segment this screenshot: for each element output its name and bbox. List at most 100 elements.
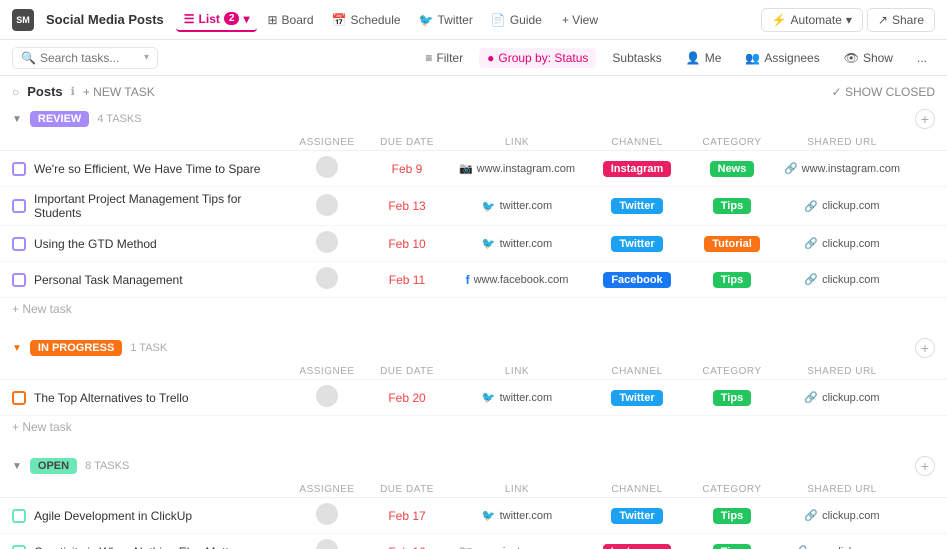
add-view-button[interactable]: + View	[554, 9, 606, 31]
task-checkbox[interactable]	[12, 162, 26, 176]
show-button[interactable]: 👁 Show	[836, 48, 901, 68]
link-icon: 🔗	[804, 273, 818, 286]
col-channel-header: CHANNEL	[587, 484, 687, 495]
shared-url-anchor[interactable]: 🔗 clickup.com	[777, 237, 907, 250]
workspace-icon[interactable]: SM	[12, 9, 34, 31]
task-name[interactable]: Using the GTD Method	[34, 237, 287, 251]
tab-list[interactable]: ☰ List 2 ▾	[176, 8, 258, 32]
due-date-cell[interactable]: Feb 17	[367, 509, 447, 523]
task-checkbox[interactable]	[12, 545, 26, 549]
new-task-link[interactable]: + New task	[12, 420, 72, 434]
task-name[interactable]: Important Project Management Tips for St…	[34, 192, 287, 220]
avatar[interactable]	[316, 539, 338, 549]
shared-url-anchor[interactable]: 🔗 app.clickup.com	[777, 545, 907, 549]
task-checkbox[interactable]	[12, 391, 26, 405]
add-to-open-button[interactable]: +	[915, 456, 935, 476]
automate-icon: ⚡	[772, 13, 787, 27]
col-category-header: CATEGORY	[687, 484, 777, 495]
channel-badge: Twitter	[611, 236, 662, 252]
link-anchor[interactable]: f www.facebook.com	[447, 273, 587, 287]
group-review-toggle[interactable]: ▼	[12, 114, 22, 125]
show-closed-button[interactable]: ✓ SHOW CLOSED	[832, 85, 935, 99]
info-icon[interactable]: ℹ	[71, 85, 75, 98]
tab-guide[interactable]: 📄 Guide	[483, 9, 550, 31]
link-anchor[interactable]: 🐦 twitter.com	[447, 237, 587, 250]
task-name[interactable]: The Top Alternatives to Trello	[34, 391, 287, 405]
due-date-cell[interactable]: Feb 9	[367, 162, 447, 176]
search-input[interactable]	[40, 51, 140, 65]
task-checkbox[interactable]	[12, 237, 26, 251]
due-date-cell[interactable]: Feb 10	[367, 237, 447, 251]
due-date-cell[interactable]: Feb 13	[367, 199, 447, 213]
filter-button[interactable]: ≡ Filter	[417, 48, 471, 68]
category-cell: Tips	[687, 390, 777, 406]
col-assignee-header: ASSIGNEE	[287, 366, 367, 377]
col-category-header: CATEGORY	[687, 366, 777, 377]
avatar[interactable]	[316, 194, 338, 216]
tab-board[interactable]: ⊞ Board	[259, 9, 321, 31]
shared-url-anchor[interactable]: 🔗 clickup.com	[777, 200, 907, 213]
task-name[interactable]: We're so Efficient, We Have Time to Spar…	[34, 162, 287, 176]
avatar[interactable]	[316, 385, 338, 407]
table-row: Using the GTD Method Feb 10 🐦 twitter.co…	[0, 226, 947, 262]
shared-url-cell: 🔗 www.instagram.com	[777, 162, 907, 175]
search-box[interactable]: 🔍 ▾	[12, 47, 158, 69]
automate-button[interactable]: ⚡ Automate ▾	[761, 8, 863, 32]
task-checkbox[interactable]	[12, 509, 26, 523]
category-badge: Tips	[713, 544, 751, 549]
shared-url-anchor[interactable]: 🔗 www.instagram.com	[777, 162, 907, 175]
shared-url-anchor[interactable]: 🔗 clickup.com	[777, 273, 907, 286]
link-anchor[interactable]: 🐦 twitter.com	[447, 200, 587, 213]
due-date-cell[interactable]: Feb 11	[367, 273, 447, 287]
due-date-cell[interactable]: Feb 20	[367, 391, 447, 405]
col-duedate-header: DUE DATE	[367, 366, 447, 377]
new-task-button[interactable]: + NEW TASK	[83, 85, 155, 99]
avatar[interactable]	[316, 503, 338, 525]
col-assignee-header: ASSIGNEE	[287, 484, 367, 495]
shared-url-cell: 🔗 app.clickup.com	[777, 545, 907, 549]
subtasks-button[interactable]: Subtasks	[604, 48, 669, 68]
avatar[interactable]	[316, 156, 338, 178]
category-badge: News	[710, 161, 755, 177]
avatar[interactable]	[316, 267, 338, 289]
group-by-button[interactable]: ● Group by: Status	[479, 48, 596, 68]
assignee-cell	[287, 267, 367, 292]
avatar[interactable]	[316, 231, 338, 253]
twitter-icon: 🐦	[482, 237, 496, 250]
due-date-cell[interactable]: Feb 16	[367, 545, 447, 549]
link-anchor[interactable]: 🐦 twitter.com	[447, 509, 587, 522]
channel-badge: Instagram	[603, 544, 672, 549]
col-link-header: LINK	[447, 366, 587, 377]
group-inprogress-toggle[interactable]: ▼	[12, 343, 22, 354]
group-open-label: OPEN	[30, 458, 77, 474]
shared-url-anchor[interactable]: 🔗 clickup.com	[777, 509, 907, 522]
posts-collapse-toggle[interactable]: ○	[12, 85, 19, 99]
tab-twitter[interactable]: 🐦 Twitter	[411, 9, 481, 31]
link-anchor[interactable]: 🐦 twitter.com	[447, 391, 587, 404]
more-button[interactable]: ...	[909, 48, 935, 68]
link-anchor[interactable]: 📷 www.instagram.com	[447, 162, 587, 175]
share-button[interactable]: ↗ Share	[867, 8, 935, 32]
task-name[interactable]: Creativity is When Nothing Else Matters	[34, 545, 287, 549]
add-to-inprogress-button[interactable]: +	[915, 338, 935, 358]
shared-url-anchor[interactable]: 🔗 clickup.com	[777, 391, 907, 404]
assignee-cell	[287, 385, 367, 410]
me-button[interactable]: 👤 Me	[678, 48, 730, 68]
task-checkbox[interactable]	[12, 273, 26, 287]
channel-badge: Twitter	[611, 508, 662, 524]
group-open-toggle[interactable]: ▼	[12, 461, 22, 472]
group-icon: ●	[487, 51, 494, 65]
group-review-count: 4 TASKS	[97, 113, 141, 125]
col-sharedurl-header: SHARED URL	[777, 137, 907, 148]
tab-schedule[interactable]: 📅 Schedule	[324, 9, 409, 31]
assignees-button[interactable]: 👥 Assignees	[737, 48, 827, 68]
assignee-cell	[287, 156, 367, 181]
link-anchor[interactable]: 📷 www.instagram.com	[447, 545, 587, 549]
task-name[interactable]: Agile Development in ClickUp	[34, 509, 287, 523]
add-to-review-button[interactable]: +	[915, 109, 935, 129]
col-sharedurl-header: SHARED URL	[777, 366, 907, 377]
group-open-count: 8 TASKS	[85, 460, 129, 472]
task-checkbox[interactable]	[12, 199, 26, 213]
task-name[interactable]: Personal Task Management	[34, 273, 287, 287]
new-task-link[interactable]: + New task	[12, 302, 72, 316]
